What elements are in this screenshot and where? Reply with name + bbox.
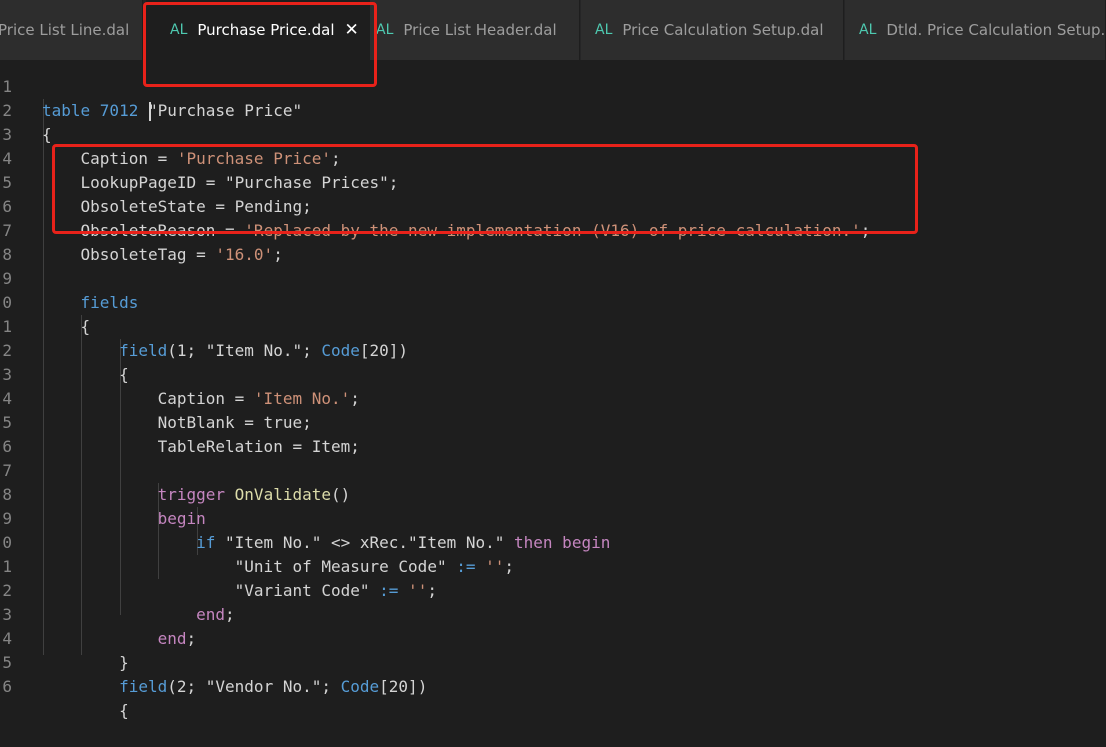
al-file-icon: AL: [859, 22, 877, 38]
code-line: 7 trigger OnValidate(): [0, 435, 1106, 504]
highlight-box-obsolete: [52, 144, 918, 234]
code-line: 3 Caption = 'Item No.';: [0, 339, 1106, 408]
code-text: (2; "Vendor No.";: [167, 677, 341, 696]
tab-label: Dtld. Price Calculation Setup.dal: [886, 21, 1106, 39]
code-text: [20]): [379, 677, 428, 696]
code-line: 5 TableRelation = Item;: [0, 387, 1106, 456]
highlight-box-tab: [143, 2, 377, 87]
tab-label: Price List Header.dal: [403, 21, 557, 39]
code-line: 6: [0, 411, 1106, 456]
line-number: 6: [2, 677, 12, 696]
keyword: field: [42, 677, 168, 696]
code-line: 1 "Variant Code" := '';: [0, 531, 1106, 600]
code-editor[interactable]: 1 table 7012 "Purchase Price" 2 { 3 Capt…: [0, 51, 1106, 720]
code-line: 3 Caption = 'Purchase Price';: [0, 99, 1106, 168]
code-line: 1 field(1; "Item No."; Code[20]): [0, 291, 1106, 360]
code-text: {: [42, 701, 129, 720]
code-line: 5 field(2; "Vendor No."; Code[20]): [0, 627, 1106, 696]
code-line: 0 "Unit of Measure Code" := '';: [0, 507, 1106, 576]
code-line: 9 if "Item No." <> xRec."Item No." then …: [0, 483, 1106, 552]
al-file-icon: AL: [376, 22, 394, 38]
code-line: 2 {: [0, 315, 1106, 384]
tab-label: Price List Line.dal: [0, 21, 130, 39]
code-line: 4 NotBlank = true;: [0, 363, 1106, 432]
code-line: 9 fields: [0, 243, 1106, 312]
code-line: 2 end;: [0, 555, 1106, 624]
al-file-icon: AL: [595, 22, 613, 38]
code-line: 3 end;: [0, 579, 1106, 648]
code-line: 4 }: [0, 603, 1106, 672]
code-line: 0 {: [0, 267, 1106, 336]
tab-label: Price Calculation Setup.dal: [622, 21, 824, 39]
code-line: 8 begin: [0, 459, 1106, 528]
type-keyword: Code: [340, 677, 380, 696]
